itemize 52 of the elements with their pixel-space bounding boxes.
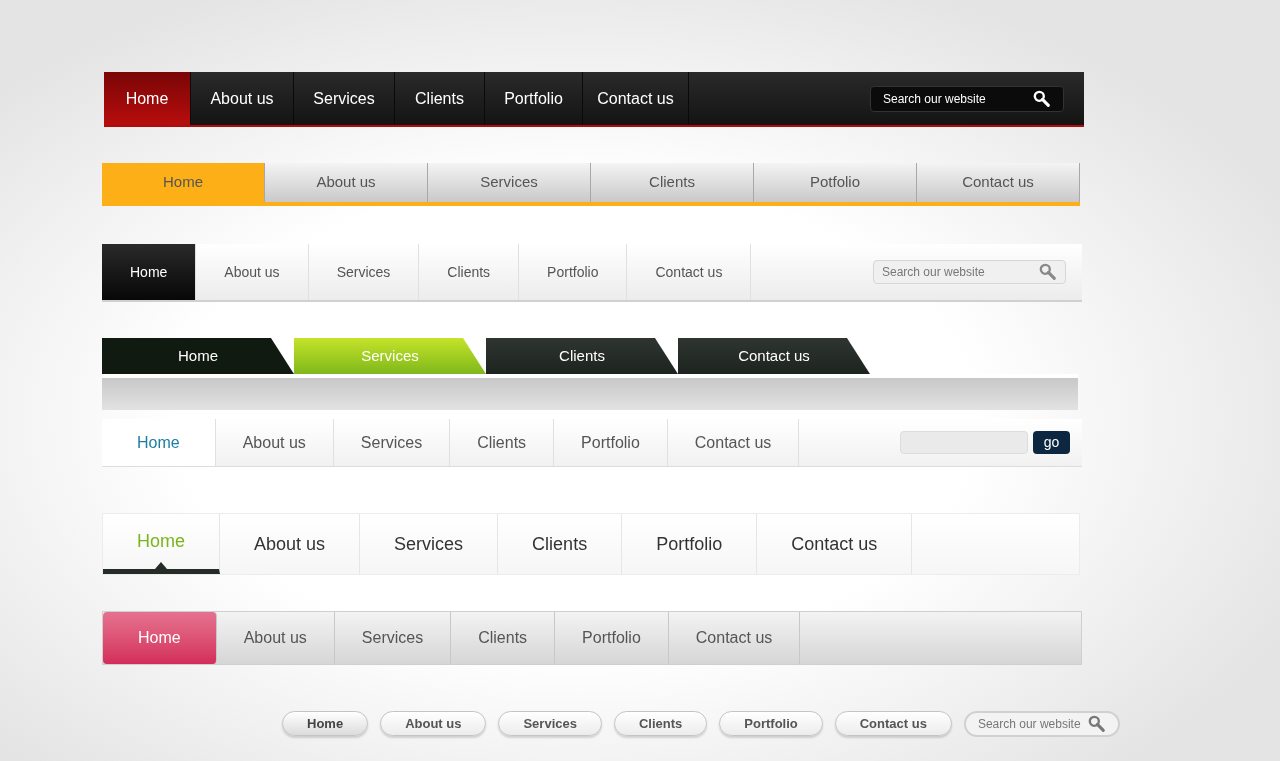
nav-link[interactable]: Contact us xyxy=(757,514,913,574)
nav-link[interactable]: Portfolio xyxy=(485,72,583,125)
nav-link[interactable]: Home xyxy=(102,419,216,466)
nav-link[interactable]: About us xyxy=(191,72,294,125)
nav-link[interactable]: Clients xyxy=(419,244,520,300)
search-field[interactable]: Search our website xyxy=(883,89,1033,108)
nav-link[interactable]: Contact us xyxy=(627,244,752,300)
tab[interactable]: Clients xyxy=(486,338,678,374)
nav-link[interactable]: About us xyxy=(265,163,428,202)
nav-link[interactable]: Services xyxy=(333,419,451,466)
nav-link[interactable]: About us xyxy=(216,612,335,664)
nav-link[interactable]: Services xyxy=(360,514,499,574)
pill-button[interactable]: About us xyxy=(380,711,487,736)
search-icon[interactable] xyxy=(1033,89,1051,108)
nav-link[interactable]: Portfolio xyxy=(554,419,668,466)
search-box[interactable]: Search our website xyxy=(870,85,1064,112)
pill-button[interactable]: Home xyxy=(282,711,369,736)
pill-button[interactable]: Services xyxy=(498,711,602,736)
nav-link[interactable]: About us xyxy=(215,419,334,466)
nav-link[interactable]: Portfolio xyxy=(555,612,669,664)
tab[interactable]: Home xyxy=(102,338,294,374)
pill-button[interactable]: Contact us xyxy=(834,711,952,736)
nav-link[interactable]: Home xyxy=(102,163,265,202)
pointer-icon xyxy=(155,562,167,569)
nav-link[interactable]: Clients xyxy=(451,612,556,664)
nav-link[interactable]: Clients xyxy=(591,163,754,202)
pill-button[interactable]: Portfolio xyxy=(719,711,823,736)
tab[interactable]: Contact us xyxy=(678,338,870,374)
go-button[interactable]: go xyxy=(1033,431,1070,454)
nav-link[interactable]: Potfolio xyxy=(754,163,917,202)
nav-link[interactable]: Clients xyxy=(498,514,623,574)
nav-link[interactable]: Clients xyxy=(450,419,555,466)
search-field[interactable]: Search our website xyxy=(977,714,1088,733)
search-field[interactable]: Search our website xyxy=(882,263,1039,281)
nav-link[interactable]: Clients xyxy=(395,72,485,125)
nav-link[interactable]: Home xyxy=(102,244,197,300)
nav-link[interactable]: Contact us xyxy=(583,72,689,125)
nav-link[interactable]: Contact us xyxy=(668,612,801,664)
nav-link[interactable]: Services xyxy=(294,72,395,125)
nav-link[interactable]: Contact us xyxy=(667,419,800,466)
nav-link[interactable]: Contact us xyxy=(917,163,1080,202)
nav-link[interactable]: Services xyxy=(334,612,452,664)
input-field[interactable] xyxy=(900,431,1028,454)
nav-link[interactable]: Home xyxy=(104,72,191,125)
nav-link[interactable]: Home xyxy=(103,612,217,664)
nav-link[interactable]: About us xyxy=(220,514,361,574)
nav-link[interactable]: Services xyxy=(428,163,591,202)
nav-link[interactable]: About us xyxy=(196,244,309,300)
nav-link[interactable]: Portfolio xyxy=(519,244,628,300)
pill-button[interactable]: Clients xyxy=(613,711,708,736)
nav-link[interactable]: Services xyxy=(308,244,420,300)
nav-link[interactable]: Portfolio xyxy=(622,514,758,574)
